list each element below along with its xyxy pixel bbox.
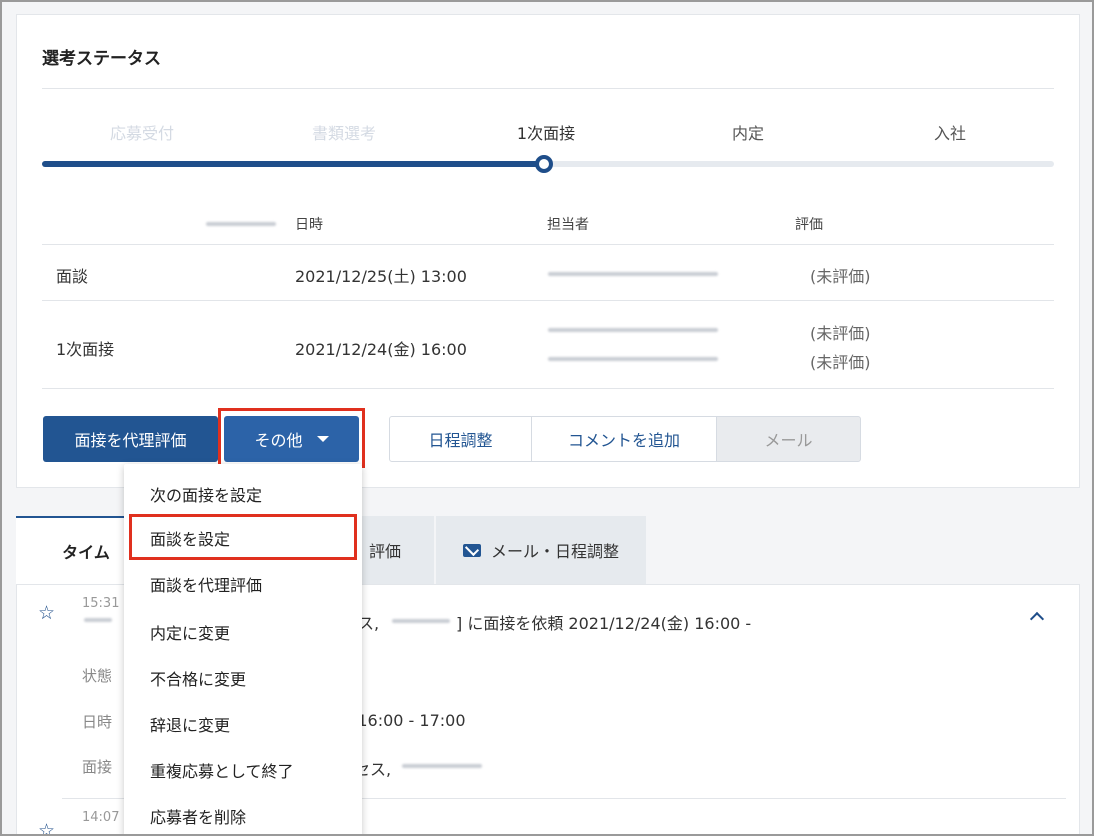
step-application: 応募受付: [109, 124, 174, 143]
step-document-screening: 書類選考: [311, 124, 376, 143]
mail-label: メール: [764, 431, 813, 450]
entry-text: ] に面接を依頼 2021/12/24(金) 16:00 -: [456, 614, 752, 633]
label-status: 状態: [82, 667, 113, 685]
row-rating: (未評価): [810, 324, 871, 343]
star-icon[interactable]: ☆: [38, 602, 55, 624]
window-frame: 選考ステータス 応募受付 書類選考 1次面接 内定 入社 日時 担当者 評価 面…: [0, 0, 1094, 836]
row-rating: (未評価): [810, 267, 871, 286]
step-first-interview: 1次面接: [516, 124, 576, 143]
schedule-label: 日程調整: [428, 431, 493, 450]
add-comment-label: コメントを追加: [567, 431, 680, 450]
blurred-owner: [548, 328, 718, 332]
blurred-owner: [548, 272, 718, 276]
menu-item-proxy-evaluate-meeting[interactable]: 面談を代理評価: [150, 572, 262, 596]
tab-mail-schedule[interactable]: メール・日程調整: [436, 516, 646, 584]
blurred-author: [84, 618, 112, 622]
tab-timeline-label: タイム: [62, 543, 110, 562]
menu-item-change-to-rejected[interactable]: 不合格に変更: [150, 666, 246, 690]
menu-item-next-interview[interactable]: 次の面接を設定: [150, 482, 262, 506]
menu-item-delete-applicant[interactable]: 応募者を削除: [150, 804, 246, 828]
blurred-owner: [548, 357, 718, 361]
section-title: 選考ステータス: [42, 49, 161, 69]
progress-fill: [42, 161, 544, 167]
tab-mail-schedule-label: メール・日程調整: [490, 542, 619, 561]
divider: [42, 300, 1054, 301]
step-offer: 内定: [731, 124, 764, 143]
entry-time: 14:07: [82, 810, 120, 825]
datetime-value: ) 16:00 - 17:00: [346, 711, 466, 730]
row-datetime: 2021/12/24(金) 16:00: [295, 340, 467, 359]
blurred-name: [392, 619, 450, 623]
label-interviewer: 面接: [82, 758, 113, 776]
step-join: 入社: [933, 124, 966, 143]
highlight-set-meeting: [129, 514, 357, 560]
tab-evaluation-label: 評価: [368, 542, 401, 561]
menu-item-change-to-offer[interactable]: 内定に変更: [150, 620, 230, 644]
row-rating: (未評価): [810, 353, 871, 372]
progress-steps: 応募受付 書類選考 1次面接 内定 入社: [42, 120, 1054, 144]
schedule-button[interactable]: 日程調整: [389, 416, 532, 462]
divider: [42, 88, 1054, 89]
mail-button[interactable]: メール: [716, 416, 861, 462]
divider: [42, 388, 1054, 389]
header-owner: 担当者: [547, 217, 589, 233]
blurred-interviewer: [402, 764, 482, 768]
proxy-evaluate-button[interactable]: 面接を代理評価: [43, 416, 218, 462]
row-name: 面談: [56, 267, 89, 286]
progress-current-marker: [535, 155, 553, 173]
entry-time: 15:31: [82, 596, 120, 611]
add-comment-button[interactable]: コメントを追加: [531, 416, 717, 462]
highlight-more-button: [218, 408, 365, 468]
star-icon[interactable]: ☆: [38, 820, 55, 834]
menu-item-duplicate-application[interactable]: 重複応募として終了: [150, 758, 294, 782]
row-datetime: 2021/12/25(土) 13:00: [295, 267, 467, 286]
row-name: 1次面接: [56, 340, 115, 359]
menu-item-change-to-declined[interactable]: 辞退に変更: [150, 712, 230, 736]
blurred-header: [206, 222, 276, 226]
proxy-evaluate-label: 面接を代理評価: [74, 431, 187, 450]
header-datetime: 日時: [295, 217, 323, 233]
label-datetime: 日時: [82, 713, 113, 731]
header-rating: 評価: [795, 217, 823, 233]
mail-icon: [462, 543, 481, 557]
divider: [42, 244, 1054, 245]
